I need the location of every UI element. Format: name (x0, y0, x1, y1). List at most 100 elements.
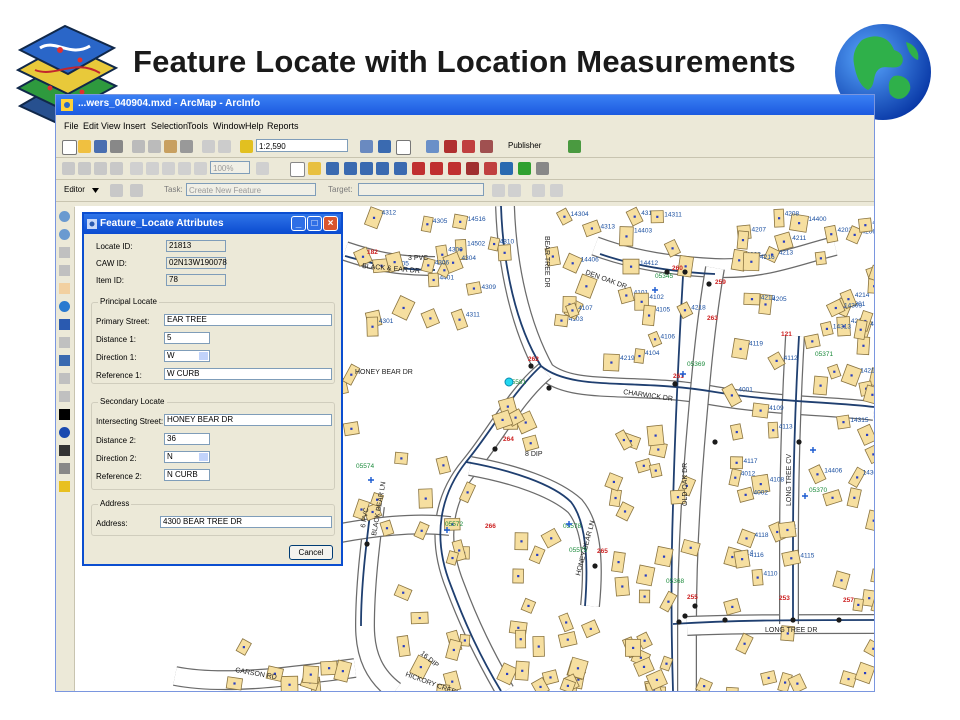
address-point[interactable] (759, 409, 762, 412)
address-point[interactable] (350, 427, 353, 430)
address-point[interactable] (633, 215, 636, 218)
copy-icon[interactable] (148, 140, 161, 153)
address-point[interactable] (452, 648, 455, 652)
address-point[interactable] (834, 306, 837, 310)
window-title-bar[interactable]: ...wers_040904.mxd - ArcMap - ArcInfo (56, 95, 874, 115)
valve-symbol[interactable] (706, 281, 712, 287)
address-point[interactable] (424, 497, 427, 500)
zoom-out-fixed-icon[interactable] (78, 162, 91, 175)
item-id-field[interactable]: 78 (166, 274, 226, 286)
valve-symbol[interactable] (364, 541, 370, 547)
redo-icon[interactable] (218, 140, 231, 153)
select-graphics-icon[interactable] (59, 391, 70, 402)
address-point[interactable] (767, 676, 770, 680)
address-point[interactable] (825, 327, 829, 331)
address-point[interactable] (551, 255, 554, 258)
address-point[interactable] (735, 461, 738, 464)
address-point[interactable] (786, 528, 789, 532)
address-point[interactable] (872, 519, 874, 522)
zoom-in-fixed-icon[interactable] (62, 162, 75, 175)
building-parcel[interactable] (861, 589, 874, 608)
address-point[interactable] (506, 672, 509, 676)
hydrant-symbol[interactable] (652, 287, 658, 293)
selected-locate-point[interactable] (504, 377, 514, 387)
address-point[interactable] (519, 638, 522, 641)
address-point[interactable] (400, 457, 403, 460)
address-point[interactable] (427, 264, 430, 267)
address-point[interactable] (740, 558, 744, 561)
address-point[interactable] (741, 239, 745, 242)
address-point[interactable] (784, 681, 787, 684)
address-point[interactable] (617, 561, 620, 564)
dialog-title-bar[interactable]: Feature_Locate Attributes _ □ × (84, 214, 341, 234)
zoom-in-center-icon[interactable] (59, 247, 70, 258)
maximize-button[interactable]: □ (307, 216, 322, 231)
address-point[interactable] (506, 405, 509, 408)
measure-tool-icon[interactable] (360, 162, 373, 175)
address-point[interactable] (521, 669, 524, 672)
attributes-icon[interactable] (532, 184, 545, 197)
address-point[interactable] (571, 262, 574, 265)
layout-grid-icon[interactable] (256, 162, 269, 175)
address-point[interactable] (833, 370, 836, 373)
menu-window[interactable]: Window (213, 121, 245, 131)
address-point[interactable] (816, 473, 819, 476)
address-point[interactable] (703, 685, 706, 688)
valve-symbol[interactable] (836, 617, 842, 623)
editor-menu[interactable]: Editor (64, 185, 85, 194)
address-point[interactable] (371, 325, 374, 328)
primary-street-field[interactable]: EAR TREE (164, 314, 332, 326)
valve-symbol[interactable] (682, 269, 688, 275)
address-point[interactable] (402, 591, 405, 594)
sketch-properties-icon[interactable] (550, 184, 563, 197)
reference-1-field[interactable]: W CURB (164, 368, 332, 380)
address-point[interactable] (750, 298, 754, 301)
address-point[interactable] (350, 373, 353, 376)
previous-extent-icon[interactable] (162, 162, 175, 175)
attribute-tool-icon[interactable] (466, 162, 479, 175)
chevron-down-icon[interactable] (199, 453, 208, 461)
address-point[interactable] (657, 448, 660, 451)
minimize-button[interactable]: _ (291, 216, 306, 231)
address-point[interactable] (610, 361, 613, 364)
menu-edit[interactable]: Edit (83, 121, 99, 131)
address-point[interactable] (735, 430, 738, 434)
command-line-icon[interactable] (444, 140, 457, 153)
building-parcel[interactable] (856, 423, 874, 446)
address-point[interactable] (459, 220, 462, 223)
address-point[interactable] (629, 265, 633, 268)
valve-symbol[interactable] (796, 439, 802, 445)
select-features-icon[interactable] (59, 355, 70, 366)
arccatalog-icon[interactable] (378, 140, 391, 153)
pan-hand-icon[interactable] (59, 283, 70, 294)
address-point[interactable] (840, 579, 843, 582)
sketch-tool-icon[interactable] (130, 184, 143, 197)
address-point[interactable] (864, 224, 867, 227)
address-point[interactable] (466, 491, 469, 494)
menu-insert[interactable]: Insert (123, 121, 146, 131)
address-point[interactable] (811, 340, 814, 343)
address-point[interactable] (865, 433, 869, 437)
valve-symbol[interactable] (692, 603, 698, 609)
save-icon[interactable] (94, 140, 107, 153)
route-tool-icon[interactable] (344, 162, 357, 175)
undo-icon[interactable] (202, 140, 215, 153)
intersecting-street-field[interactable]: HONEY BEAR DR (164, 414, 332, 426)
locate-id-field[interactable]: 21813 (166, 240, 226, 252)
address-point[interactable] (458, 318, 461, 321)
zoom-out-center-icon[interactable] (59, 265, 70, 276)
address-point[interactable] (847, 677, 850, 681)
address-point[interactable] (309, 673, 312, 676)
address-point[interactable] (472, 287, 476, 290)
menu-selection[interactable]: Selection (151, 121, 188, 131)
select-elements-icon[interactable] (290, 162, 305, 177)
address-point[interactable] (871, 393, 874, 396)
valve-symbol[interactable] (676, 619, 682, 625)
rotate-tool-icon[interactable] (508, 184, 521, 197)
locate-tool-icon[interactable] (412, 162, 425, 175)
report-tool-icon[interactable] (448, 162, 461, 175)
graph-tool-icon[interactable] (536, 162, 549, 175)
identify-icon[interactable] (59, 427, 70, 438)
address-point[interactable] (590, 227, 594, 230)
address-point[interactable] (819, 257, 822, 260)
